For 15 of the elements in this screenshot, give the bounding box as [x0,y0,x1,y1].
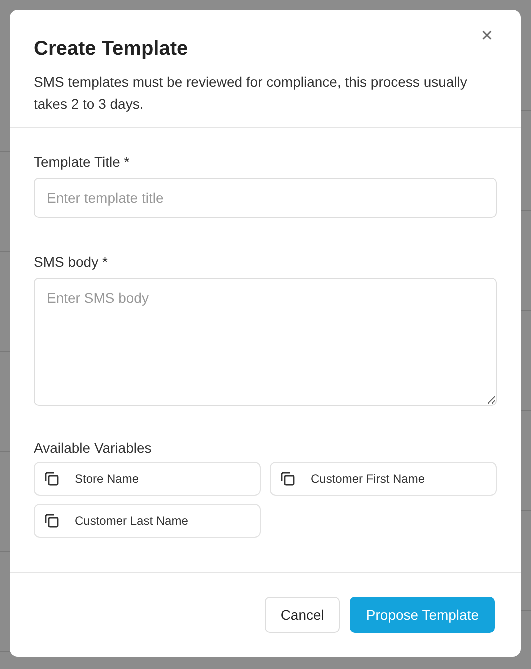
copy-icon [281,472,295,486]
field-label: Template Title * [34,154,131,170]
copy-icon [45,472,59,486]
input-field[interactable]: Enter template title [34,178,497,218]
section-label: Available Variables [34,440,153,456]
dialog-title: Create Template [34,38,188,61]
cancel-button[interactable]: Cancel [264,597,340,633]
copy-icon [45,514,59,528]
variable-chip[interactable]: Store Name [34,462,261,496]
close-button[interactable]: × [477,26,497,46]
variable-chip[interactable]: Customer Last Name [34,504,261,538]
field-label: SMS body * [34,254,109,270]
variable-chip[interactable]: Customer First Name [270,462,497,496]
text-area[interactable]: Enter SMS body [34,278,497,406]
dialog-description: SMS templates must be reviewed for compliance, this process usually takes 2 to 3 days. [34,73,468,114]
